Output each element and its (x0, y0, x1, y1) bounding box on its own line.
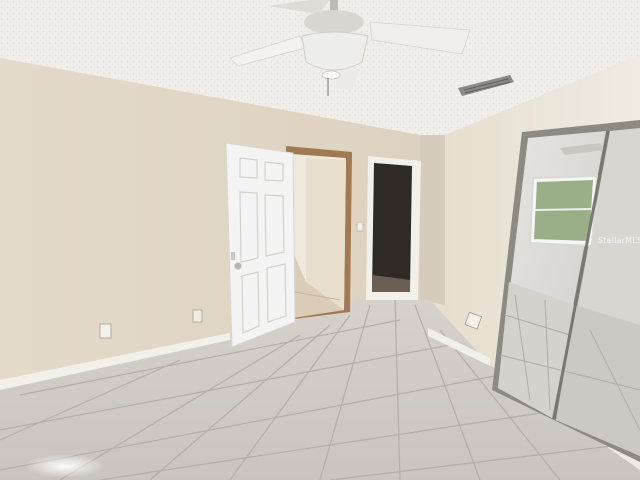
hallway-switch (356, 221, 364, 232)
wall-outlet-left (99, 323, 112, 339)
closet-opening (372, 163, 412, 290)
room-photo: StellarMLS (0, 0, 640, 480)
fan-light-bowl (301, 31, 369, 71)
reflected-window-mullion (534, 208, 592, 211)
fan-motor (304, 10, 364, 34)
room-illustration (0, 0, 640, 480)
sunlight-spot (25, 454, 105, 478)
door-latch (231, 252, 235, 260)
door-knob[interactable] (234, 262, 242, 270)
back-wall (420, 135, 445, 305)
fan-light-cap (321, 70, 341, 80)
wall-outlet-center (192, 309, 203, 323)
